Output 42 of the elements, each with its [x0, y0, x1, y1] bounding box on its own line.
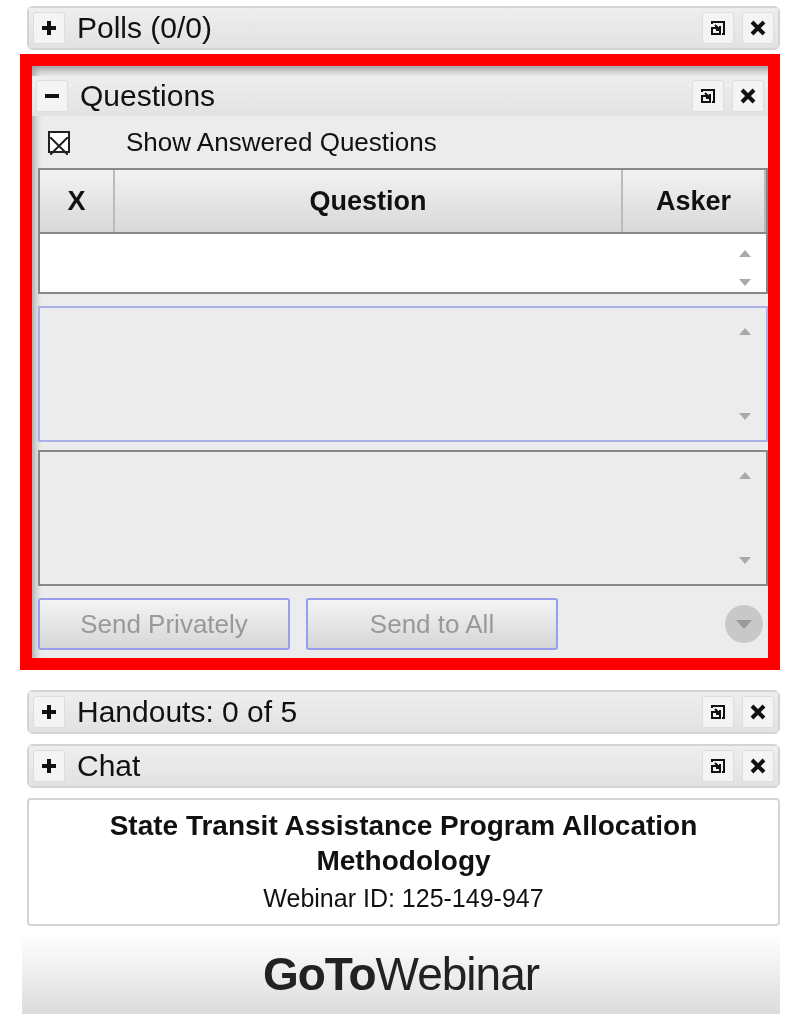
panel-title: Questions: [80, 81, 217, 111]
pop-out-button[interactable]: [692, 80, 724, 112]
scroll-down-icon: [738, 278, 752, 288]
checkbox[interactable]: [48, 131, 70, 153]
expand-button[interactable]: [33, 750, 65, 782]
close-button[interactable]: [732, 80, 764, 112]
plus-icon: [41, 704, 57, 720]
logo: GoToWebinar: [262, 947, 540, 1000]
scroll-up-icon: [738, 326, 752, 336]
checkbox-label: Show Answered Questions: [126, 125, 437, 159]
close-button[interactable]: [742, 12, 774, 44]
pop-out-button[interactable]: [702, 750, 734, 782]
webinar-id: Webinar ID: 125-149-947: [262, 883, 545, 914]
scroll-down-icon: [738, 412, 752, 422]
scroll-down-icon: [738, 556, 752, 566]
close-button[interactable]: [742, 696, 774, 728]
plus-icon: [41, 758, 57, 774]
pop-out-icon: [700, 88, 716, 104]
pop-out-button[interactable]: [702, 12, 734, 44]
close-icon: [740, 88, 756, 104]
pop-out-icon: [710, 758, 726, 774]
pop-out-icon: [710, 20, 726, 36]
close-button[interactable]: [742, 750, 774, 782]
plus-icon: [41, 20, 57, 36]
answer-text-area[interactable]: [38, 450, 768, 586]
panel-title: Polls (0/0): [77, 13, 214, 43]
collapse-button[interactable]: [36, 80, 68, 112]
close-icon: [750, 758, 766, 774]
session-title: State Transit Assistance Program Allocation Methodology: [108, 809, 699, 878]
pop-out-icon: [710, 704, 726, 720]
panel-title: Chat: [77, 751, 142, 781]
column-header[interactable]: Asker: [623, 170, 766, 232]
scroll-up-icon: [738, 470, 752, 480]
panel-title: Handouts: 0 of 5: [77, 697, 299, 727]
close-icon: [750, 704, 766, 720]
pop-out-button[interactable]: [702, 696, 734, 728]
expand-button[interactable]: [33, 12, 65, 44]
expand-button[interactable]: [33, 696, 65, 728]
scroll-up-icon: [738, 248, 752, 258]
column-header[interactable]: X: [40, 170, 115, 232]
column-header[interactable]: Question: [115, 170, 623, 232]
close-icon: [750, 20, 766, 36]
